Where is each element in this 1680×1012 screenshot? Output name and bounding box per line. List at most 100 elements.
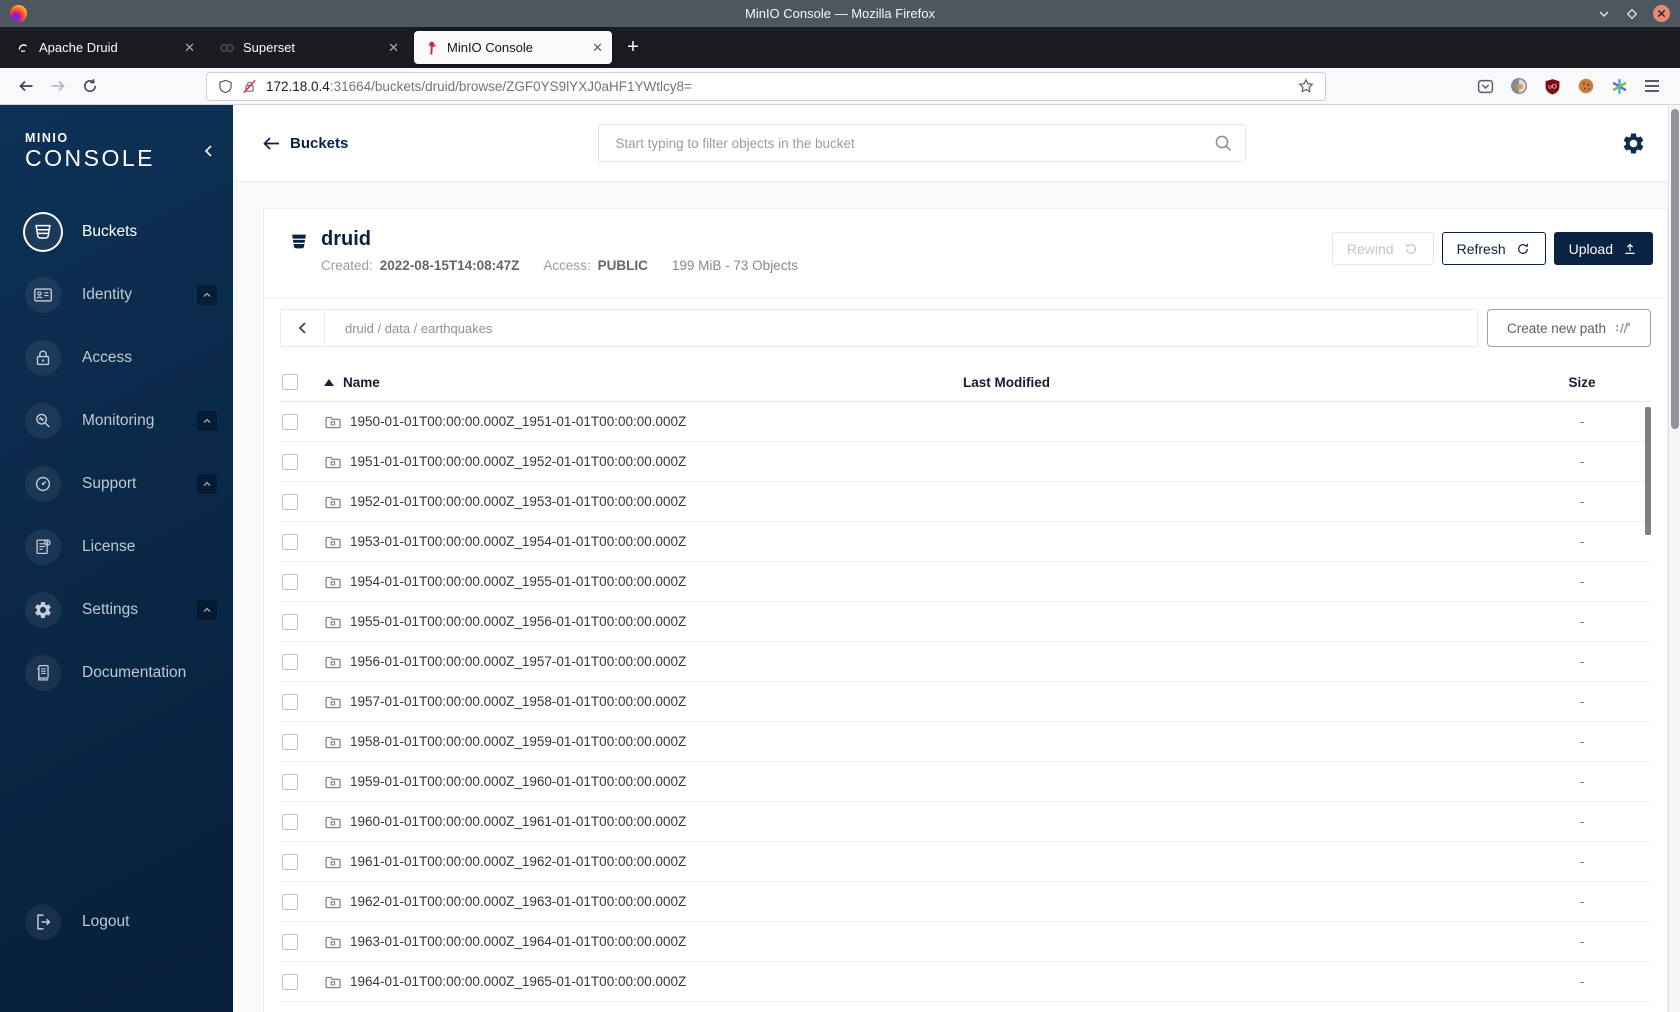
object-name[interactable]: 1960-01-01T00:00:00.000Z_1961-01-01T00:0… [350, 814, 686, 829]
row-checkbox[interactable] [282, 973, 298, 990]
pocket-save-icon[interactable] [1477, 78, 1494, 95]
insecure-lock-icon[interactable] [242, 79, 257, 94]
row-checkbox[interactable] [282, 933, 298, 950]
object-name[interactable]: 1962-01-01T00:00:00.000Z_1963-01-01T00:0… [350, 894, 686, 909]
new-tab-button[interactable]: + [618, 33, 648, 63]
create-new-path-button[interactable]: Create new path [1487, 309, 1651, 347]
upload-button[interactable]: Upload [1553, 232, 1653, 265]
chevron-up-icon[interactable] [197, 411, 217, 431]
object-name[interactable]: 1954-01-01T00:00:00.000Z_1955-01-01T00:0… [350, 574, 686, 589]
table-row[interactable]: 1963-01-01T00:00:00.000Z_1964-01-01T00:0… [280, 922, 1651, 962]
sidebar-item-settings[interactable]: Settings [25, 592, 233, 628]
object-name[interactable]: 1955-01-01T00:00:00.000Z_1956-01-01T00:0… [350, 614, 686, 629]
object-name[interactable]: 1961-01-01T00:00:00.000Z_1962-01-01T00:0… [350, 854, 686, 869]
sidebar-item-access[interactable]: Access [25, 340, 233, 376]
table-row[interactable]: 1955-01-01T00:00:00.000Z_1956-01-01T00:0… [280, 602, 1651, 642]
table-row[interactable]: 1964-01-01T00:00:00.000Z_1965-01-01T00:0… [280, 962, 1651, 1002]
tab-apache-druid[interactable]: Apache Druid ✕ [6, 31, 204, 64]
row-checkbox[interactable] [282, 853, 298, 870]
tracking-shield-icon[interactable] [218, 79, 233, 94]
column-header-size[interactable]: Size [1513, 375, 1651, 390]
sidebar-item-identity[interactable]: Identity [25, 277, 233, 313]
chevron-up-icon[interactable] [197, 600, 217, 620]
sidebar-item-monitoring[interactable]: Monitoring [25, 403, 233, 439]
tab-close-icon[interactable]: ✕ [388, 41, 399, 54]
table-row[interactable]: 1959-01-01T00:00:00.000Z_1960-01-01T00:0… [280, 762, 1651, 802]
cookie-icon[interactable] [1577, 77, 1595, 95]
sidebar-item-support[interactable]: Support [25, 466, 233, 502]
row-checkbox[interactable] [282, 773, 298, 790]
folder-icon [324, 573, 341, 590]
select-all-checkbox[interactable] [282, 374, 298, 390]
row-checkbox[interactable] [282, 573, 298, 590]
sidebar-collapse-icon[interactable] [201, 143, 217, 159]
bucket-name: druid [321, 228, 371, 250]
url-bar[interactable]: 172.18.0.4:31664/buckets/druid/browse/ZG… [206, 71, 1326, 101]
forward-button-icon[interactable] [42, 71, 74, 101]
object-name[interactable]: 1951-01-01T00:00:00.000Z_1952-01-01T00:0… [350, 454, 686, 469]
sidebar-item-buckets[interactable]: Buckets [25, 214, 233, 250]
table-row[interactable]: 1958-01-01T00:00:00.000Z_1959-01-01T00:0… [280, 722, 1651, 762]
ublock-origin-icon[interactable]: uO [1544, 78, 1561, 95]
object-name[interactable]: 1953-01-01T00:00:00.000Z_1954-01-01T00:0… [350, 534, 686, 549]
back-to-buckets-link[interactable]: Buckets [263, 135, 348, 152]
object-name[interactable]: 1963-01-01T00:00:00.000Z_1964-01-01T00:0… [350, 934, 686, 949]
table-row[interactable]: 1952-01-01T00:00:00.000Z_1953-01-01T00:0… [280, 482, 1651, 522]
tab-close-icon[interactable]: ✕ [592, 41, 603, 54]
table-row[interactable]: 1962-01-01T00:00:00.000Z_1963-01-01T00:0… [280, 882, 1651, 922]
table-row[interactable]: 1951-01-01T00:00:00.000Z_1952-01-01T00:0… [280, 442, 1651, 482]
colorful-asterisk-extension-icon[interactable] [1611, 78, 1628, 95]
bookmark-star-icon[interactable] [1298, 78, 1314, 94]
object-name[interactable]: 1964-01-01T00:00:00.000Z_1965-01-01T00:0… [350, 974, 686, 989]
row-checkbox[interactable] [282, 493, 298, 510]
table-row[interactable]: 1960-01-01T00:00:00.000Z_1961-01-01T00:0… [280, 802, 1651, 842]
page-scrollbar-thumb[interactable] [1671, 109, 1679, 429]
row-checkbox[interactable] [282, 413, 298, 430]
object-name[interactable]: 1956-01-01T00:00:00.000Z_1957-01-01T00:0… [350, 654, 686, 669]
privacy-badger-icon[interactable] [1510, 77, 1528, 95]
table-row[interactable]: 1956-01-01T00:00:00.000Z_1957-01-01T00:0… [280, 642, 1651, 682]
row-checkbox[interactable] [282, 893, 298, 910]
table-row[interactable]: 1953-01-01T00:00:00.000Z_1954-01-01T00:0… [280, 522, 1651, 562]
page-scrollbar[interactable] [1668, 105, 1680, 1012]
object-name[interactable]: 1952-01-01T00:00:00.000Z_1953-01-01T00:0… [350, 494, 686, 509]
sidebar-item-label: Buckets [82, 223, 138, 240]
path-back-chevron-icon[interactable] [281, 310, 325, 346]
row-checkbox[interactable] [282, 813, 298, 830]
rewind-button[interactable]: Rewind [1331, 232, 1434, 265]
column-header-name[interactable]: Name [324, 375, 963, 390]
console-settings-gear-icon[interactable] [1621, 131, 1646, 156]
row-checkbox[interactable] [282, 653, 298, 670]
column-header-last-modified[interactable]: Last Modified [963, 375, 1513, 390]
object-name[interactable]: 1957-01-01T00:00:00.000Z_1958-01-01T00:0… [350, 694, 686, 709]
row-checkbox[interactable] [282, 733, 298, 750]
table-row[interactable]: 1957-01-01T00:00:00.000Z_1958-01-01T00:0… [280, 682, 1651, 722]
object-name[interactable]: 1959-01-01T00:00:00.000Z_1960-01-01T00:0… [350, 774, 686, 789]
hamburger-menu-icon[interactable] [1644, 79, 1660, 93]
row-checkbox[interactable] [282, 693, 298, 710]
window-maximize-icon[interactable] [1625, 7, 1639, 21]
window-minimize-icon[interactable] [1597, 7, 1611, 21]
row-checkbox[interactable] [282, 453, 298, 470]
chevron-up-icon[interactable] [197, 285, 217, 305]
table-scrollbar-thumb[interactable] [1645, 407, 1651, 535]
chevron-up-icon[interactable] [197, 474, 217, 494]
sidebar-item-license[interactable]: License [25, 529, 233, 565]
reload-button-icon[interactable] [74, 71, 106, 101]
table-row[interactable]: 1950-01-01T00:00:00.000Z_1951-01-01T00:0… [280, 402, 1651, 442]
tab-close-icon[interactable]: ✕ [184, 41, 195, 54]
table-row[interactable]: 1961-01-01T00:00:00.000Z_1962-01-01T00:0… [280, 842, 1651, 882]
row-checkbox[interactable] [282, 533, 298, 550]
object-filter-input[interactable] [598, 124, 1247, 162]
refresh-button[interactable]: Refresh [1441, 232, 1546, 265]
window-close-icon[interactable] [1653, 5, 1670, 22]
tab-minio-console[interactable]: MinIO Console ✕ [414, 31, 612, 64]
object-name[interactable]: 1958-01-01T00:00:00.000Z_1959-01-01T00:0… [350, 734, 686, 749]
object-name[interactable]: 1950-01-01T00:00:00.000Z_1951-01-01T00:0… [350, 414, 686, 429]
back-button-icon[interactable] [10, 71, 42, 101]
sidebar-item-logout[interactable]: Logout [25, 904, 233, 940]
table-row[interactable]: 1954-01-01T00:00:00.000Z_1955-01-01T00:0… [280, 562, 1651, 602]
sidebar-item-documentation[interactable]: Documentation [25, 655, 233, 691]
tab-superset[interactable]: Superset ✕ [210, 31, 408, 64]
row-checkbox[interactable] [282, 613, 298, 630]
